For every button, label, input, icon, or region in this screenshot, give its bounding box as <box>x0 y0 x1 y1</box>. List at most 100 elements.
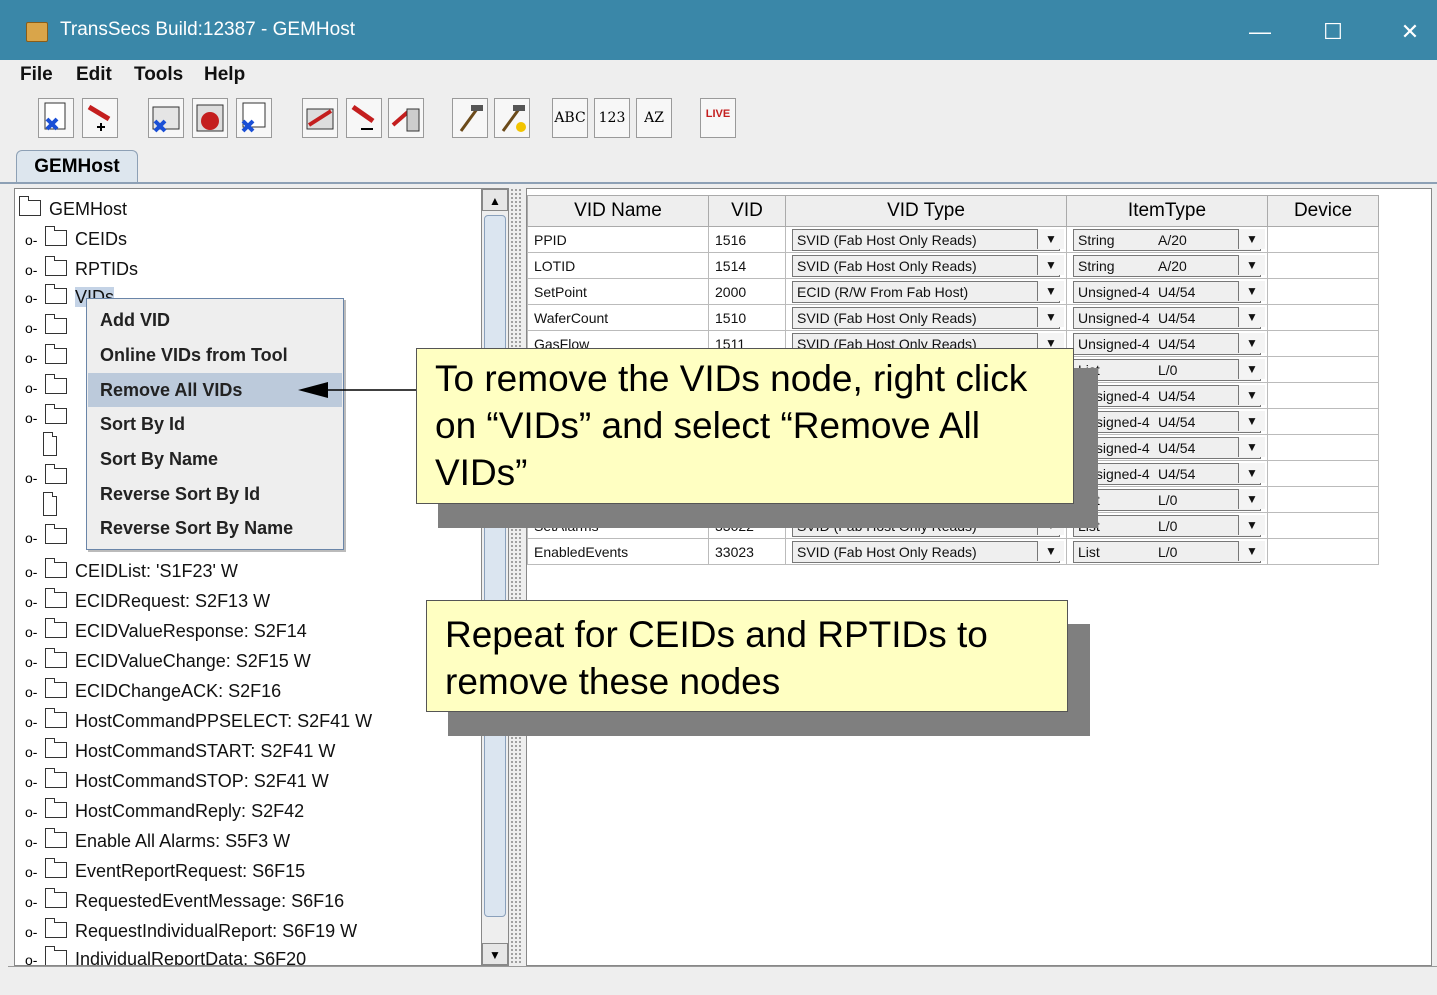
tree-node[interactable]: o- HostCommandReply: S2F42 <box>25 797 304 825</box>
expand-handle-icon[interactable]: o- <box>25 768 45 796</box>
dropdown-arrow-icon[interactable]: ▼ <box>1037 307 1064 327</box>
menu-help[interactable]: Help <box>204 64 245 86</box>
scroll-down-icon[interactable]: ▼ <box>482 943 508 965</box>
cell-item-type[interactable]: Unsigned-4 U4/54 ▼ <box>1066 304 1268 331</box>
dropdown-arrow-icon[interactable]: ▼ <box>1238 437 1265 457</box>
expand-handle-icon[interactable]: o- <box>25 284 45 312</box>
vid-type-select[interactable]: SVID (Fab Host Only Reads) <box>792 540 1060 563</box>
format-number-icon[interactable]: 123 <box>594 98 630 138</box>
tree-node-hidden[interactable]: o- <box>25 343 75 371</box>
maximize-button[interactable]: ☐ <box>1310 12 1356 52</box>
cell-device[interactable] <box>1267 304 1379 331</box>
dropdown-arrow-icon[interactable]: ▼ <box>1238 385 1265 405</box>
cell-vid-name[interactable]: EnabledEvents <box>527 538 709 565</box>
tree-node[interactable]: o- EventReportRequest: S6F15 <box>25 857 305 885</box>
item-type-select[interactable]: String A/20 <box>1073 254 1261 277</box>
cell-device[interactable] <box>1267 460 1379 487</box>
table-row[interactable]: SetPoint 2000 ECID (R/W From Fab Host) ▼ Uns… <box>527 278 1379 305</box>
table-row[interactable]: EnabledEvents 33023 SVID (Fab Host Only Re… <box>527 538 1379 565</box>
dropdown-arrow-icon[interactable]: ▼ <box>1238 515 1265 535</box>
cell-device[interactable] <box>1267 278 1379 305</box>
tree-node-hidden[interactable]: o- <box>25 463 75 491</box>
tree-node-rptids[interactable]: o- RPTIDs <box>25 255 138 283</box>
dropdown-arrow-icon[interactable]: ▼ <box>1037 281 1064 301</box>
expand-handle-icon[interactable]: o- <box>25 678 45 706</box>
cell-device[interactable] <box>1267 330 1379 357</box>
cell-vid-type[interactable]: ECID (R/W From Fab Host) ▼ <box>785 278 1067 305</box>
item-type-select[interactable]: Unsigned-4 U4/54 <box>1073 280 1261 303</box>
column-header-device[interactable]: Device <box>1267 195 1379 227</box>
menu-item-reverse-sort-id[interactable]: Reverse Sort By Id <box>88 477 342 511</box>
cell-device[interactable] <box>1267 382 1379 409</box>
dropdown-arrow-icon[interactable]: ▼ <box>1238 255 1265 275</box>
table-row[interactable]: PPID 1516 SVID (Fab Host Only Reads) ▼ Strin… <box>527 226 1379 253</box>
dropdown-arrow-icon[interactable]: ▼ <box>1037 255 1064 275</box>
live-icon[interactable]: LIVE <box>700 98 736 138</box>
menu-edit[interactable]: Edit <box>76 64 112 86</box>
item-type-select[interactable]: ListL/0 <box>1073 488 1261 511</box>
tree-node-hidden[interactable] <box>43 492 65 521</box>
build-hammer-icon[interactable] <box>452 98 488 138</box>
cell-vid[interactable]: 33023 <box>708 538 786 565</box>
dropdown-arrow-icon[interactable]: ▼ <box>1238 541 1265 561</box>
cell-item-type[interactable]: String A/20 ▼ <box>1066 226 1268 253</box>
expand-handle-icon[interactable]: o- <box>25 226 45 254</box>
cell-vid-type[interactable]: SVID (Fab Host Only Reads)▼ <box>785 538 1067 565</box>
menu-tools[interactable]: Tools <box>134 64 183 86</box>
new-file-icon[interactable] <box>38 98 74 138</box>
build-all-icon[interactable] <box>494 98 530 138</box>
sort-az-icon[interactable]: AZ <box>636 98 672 138</box>
item-type-select[interactable]: String A/20 <box>1073 228 1261 251</box>
table-row[interactable]: LOTID 1514 SVID (Fab Host Only Reads) ▼ Stri… <box>527 252 1379 279</box>
expand-handle-icon[interactable]: o- <box>25 888 45 916</box>
cell-vid-name[interactable]: PPID <box>527 226 709 253</box>
cell-vid[interactable]: 1516 <box>708 226 786 253</box>
save-icon[interactable] <box>236 98 272 138</box>
tree-node-hidden[interactable]: o- <box>25 373 75 401</box>
cell-vid-name[interactable]: SetPoint <box>527 278 709 305</box>
vid-type-select[interactable]: SVID (Fab Host Only Reads) <box>792 254 1060 277</box>
expand-handle-icon[interactable]: o- <box>25 858 45 886</box>
item-type-select[interactable]: ListL/0 <box>1073 514 1261 537</box>
vid-type-select[interactable]: SVID (Fab Host Only Reads) <box>792 306 1060 329</box>
add-connector-icon[interactable] <box>82 98 118 138</box>
format-abc-icon[interactable]: ABC <box>552 98 588 138</box>
trash-icon[interactable] <box>388 98 424 138</box>
dropdown-arrow-icon[interactable]: ▼ <box>1037 229 1064 249</box>
cell-vid[interactable]: 1510 <box>708 304 786 331</box>
cell-device[interactable] <box>1267 252 1379 279</box>
tree-node[interactable]: o- IndividualReportData: S6F20 <box>25 945 306 965</box>
cell-item-type[interactable]: Unsigned-4 U4/54 ▼ <box>1066 278 1268 305</box>
tree-node[interactable]: o- ECIDRequest: S2F13 W <box>25 587 270 615</box>
dropdown-arrow-icon[interactable]: ▼ <box>1238 281 1265 301</box>
cell-item-type[interactable]: List L/0 ▼ <box>1066 538 1268 565</box>
panel-splitter[interactable] <box>510 188 522 964</box>
menu-item-reverse-sort-name[interactable]: Reverse Sort By Name <box>88 511 342 545</box>
tree-node[interactable]: o- RequestIndividualReport: S6F19 W <box>25 917 357 945</box>
menu-item-sort-by-name[interactable]: Sort By Name <box>88 442 342 476</box>
dropdown-arrow-icon[interactable]: ▼ <box>1037 541 1064 561</box>
dropdown-arrow-icon[interactable]: ▼ <box>1238 463 1265 483</box>
item-type-select[interactable]: ListL/0 <box>1073 540 1261 563</box>
cell-vid[interactable]: 1514 <box>708 252 786 279</box>
cell-device[interactable] <box>1267 434 1379 461</box>
expand-handle-icon[interactable]: o- <box>25 256 45 284</box>
vid-type-select[interactable]: SVID (Fab Host Only Reads) <box>792 228 1060 251</box>
menu-item-sort-by-id[interactable]: Sort By Id <box>88 407 342 441</box>
stop-record-icon[interactable] <box>192 98 228 138</box>
cell-device[interactable] <box>1267 408 1379 435</box>
expand-handle-icon[interactable]: o- <box>25 738 45 766</box>
cell-device[interactable] <box>1267 356 1379 383</box>
item-type-select[interactable]: Unsigned-4 U4/54 <box>1073 306 1261 329</box>
item-type-select[interactable]: Unsigned-4 U4/54 <box>1073 436 1261 459</box>
tree-node[interactable]: o- HostCommandSTOP: S2F41 W <box>25 767 329 795</box>
message-remove-icon[interactable] <box>346 98 382 138</box>
item-type-select[interactable]: ListL/0 <box>1073 358 1261 381</box>
menu-file[interactable]: File <box>20 64 53 86</box>
tree-node[interactable]: o- ECIDValueResponse: S2F14 <box>25 617 307 645</box>
tree-node[interactable]: o- CEIDList: 'S1F23' W <box>25 557 238 585</box>
open-project-icon[interactable] <box>148 98 184 138</box>
column-header-item-type[interactable]: ItemType <box>1066 195 1268 227</box>
minimize-button[interactable]: — <box>1237 12 1283 52</box>
cell-vid[interactable]: 2000 <box>708 278 786 305</box>
